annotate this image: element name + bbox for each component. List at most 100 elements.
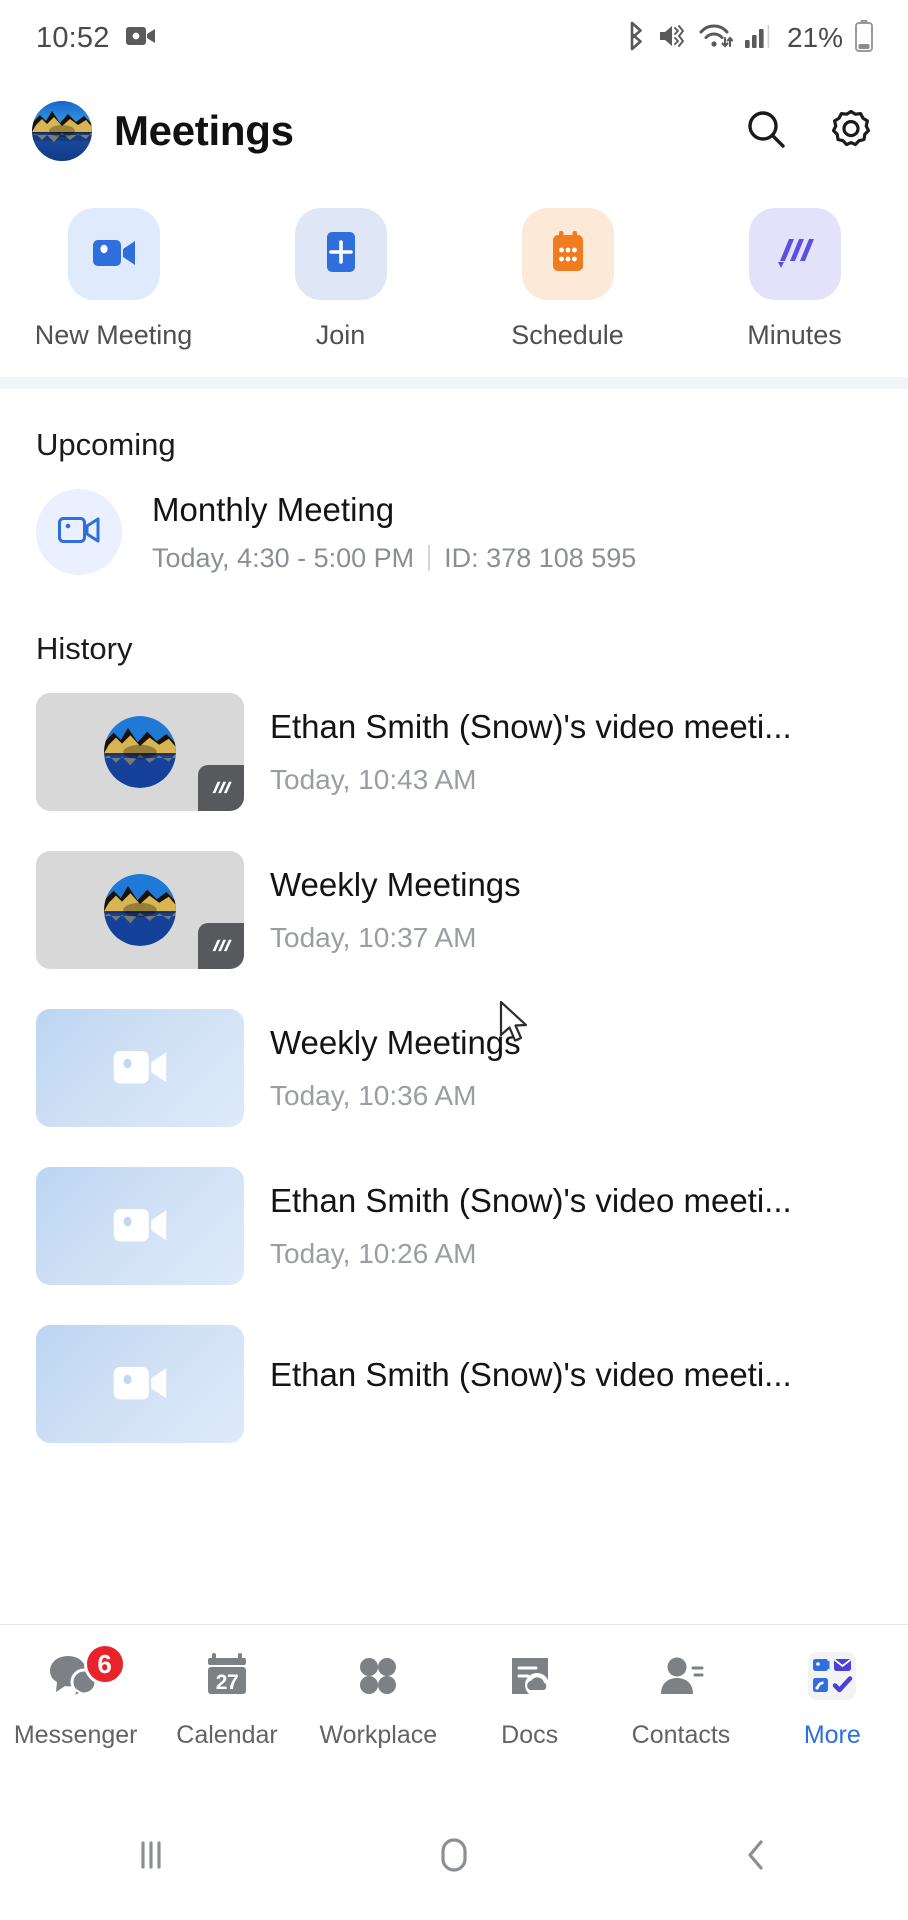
history-list-item[interactable]: Weekly Meetings Today, 10:36 AM xyxy=(0,989,908,1147)
history-item-title: Weekly Meetings xyxy=(270,1024,521,1061)
history-list-item[interactable]: Ethan Smith (Snow)'s video meeti... xyxy=(0,1305,908,1463)
workplace-icon-wrap xyxy=(354,1649,402,1707)
upcoming-texts: Monthly Meeting Today, 4:30 - 5:00 PM ID… xyxy=(152,491,636,574)
thumbnail-avatar xyxy=(104,716,176,788)
main-content: Upcoming Monthly Meeting Today, 4:30 - 5… xyxy=(0,389,908,1463)
quick-action-label: New Meeting xyxy=(34,320,193,350)
more-apps-grid-icon xyxy=(806,1650,858,1707)
history-thumbnail[interactable] xyxy=(36,851,244,969)
messenger-unread-badge: 6 xyxy=(83,1643,126,1685)
status-bar: 10:52 21% xyxy=(0,0,908,76)
nav-item-contacts[interactable]: Contacts xyxy=(605,1649,756,1750)
video-camera-icon xyxy=(108,1041,172,1096)
upcoming-meeting-row[interactable]: Monthly Meeting Today, 4:30 - 5:00 PM ID… xyxy=(0,463,908,575)
nav-item-workplace[interactable]: Workplace xyxy=(303,1649,454,1750)
video-camera-icon xyxy=(108,1357,172,1412)
quick-action-schedule[interactable]: Schedule xyxy=(454,208,681,351)
quick-action-join[interactable]: Join xyxy=(227,208,454,351)
page-title: Meetings xyxy=(114,107,294,154)
history-item-texts: Ethan Smith (Snow)'s video meeti... Toda… xyxy=(270,708,872,796)
quick-action-label: Join xyxy=(315,320,366,350)
minutes-icon xyxy=(772,231,818,278)
schedule-tile[interactable] xyxy=(521,208,614,300)
upcoming-meeting-id: ID: 378 108 595 xyxy=(444,542,637,573)
wifi-icon xyxy=(699,22,734,55)
nav-label: Contacts xyxy=(631,1721,731,1749)
history-thumbnail[interactable] xyxy=(36,1167,244,1285)
history-item-title: Ethan Smith (Snow)'s video meeti... xyxy=(270,1356,792,1393)
bluetooth-icon xyxy=(625,21,647,56)
person-icon xyxy=(657,1652,705,1705)
video-camera-icon xyxy=(91,232,137,277)
mute-vibrate-icon xyxy=(658,22,688,55)
quick-actions-row: New Meeting Join Schedule Minutes xyxy=(0,186,908,377)
nav-label: Messenger xyxy=(13,1721,138,1749)
history-item-title: Ethan Smith (Snow)'s video meeti... xyxy=(270,1182,792,1219)
minutes-badge-icon xyxy=(198,765,244,811)
history-thumbnail[interactable] xyxy=(36,1009,244,1127)
thumbnail-avatar xyxy=(104,874,176,946)
upcoming-meeting-title: Monthly Meeting xyxy=(152,490,395,528)
search-icon[interactable] xyxy=(744,107,788,156)
history-list-item[interactable]: Ethan Smith (Snow)'s video meeti... Toda… xyxy=(0,1147,908,1305)
history-item-texts: Ethan Smith (Snow)'s video meeti... Toda… xyxy=(270,1182,872,1270)
docs-cloud-icon xyxy=(506,1652,554,1705)
meta-separator xyxy=(428,545,431,571)
messenger-icon-wrap: 6 xyxy=(48,1643,126,1707)
upcoming-video-icon-wrap xyxy=(36,489,122,575)
app-header-actions xyxy=(744,106,874,157)
quick-action-label: Schedule xyxy=(511,320,624,350)
docs-icon-wrap xyxy=(506,1649,554,1707)
history-section-title: History xyxy=(36,631,133,666)
history-item-time: Today, 10:37 AM xyxy=(270,922,477,953)
upcoming-section-title: Upcoming xyxy=(36,427,176,462)
grid-dots-icon xyxy=(354,1652,402,1705)
status-bar-right: 21% xyxy=(625,19,874,57)
video-camera-outline-icon xyxy=(57,512,101,553)
calendar-icon: 27 xyxy=(202,1651,252,1706)
nav-label: Workplace xyxy=(319,1721,438,1749)
section-divider xyxy=(0,377,908,389)
video-recording-icon xyxy=(125,25,156,52)
more-icon-wrap xyxy=(806,1649,858,1707)
history-thumbnail[interactable] xyxy=(36,693,244,811)
upcoming-meeting-time: Today, 4:30 - 5:00 PM xyxy=(152,542,415,573)
history-thumbnail[interactable] xyxy=(36,1325,244,1443)
calendar-icon-wrap: 27 xyxy=(202,1649,252,1707)
calendar-icon xyxy=(548,230,588,279)
gear-icon[interactable] xyxy=(828,106,874,157)
nav-item-calendar[interactable]: 27 Calendar xyxy=(151,1649,302,1750)
video-camera-icon xyxy=(108,1199,172,1254)
android-system-nav xyxy=(0,1790,908,1920)
history-item-texts: Weekly Meetings Today, 10:37 AM xyxy=(270,866,872,954)
history-item-texts: Ethan Smith (Snow)'s video meeti... xyxy=(270,1356,872,1412)
minutes-tile[interactable] xyxy=(748,208,841,300)
back-icon[interactable] xyxy=(605,1832,908,1878)
join-tile[interactable] xyxy=(294,208,387,300)
status-bar-clock: 10:52 xyxy=(36,21,110,54)
plus-square-icon xyxy=(321,230,361,279)
status-bar-left: 10:52 xyxy=(36,22,156,55)
history-list-item[interactable]: Weekly Meetings Today, 10:37 AM xyxy=(0,831,908,989)
avatar[interactable] xyxy=(32,101,92,161)
history-item-texts: Weekly Meetings Today, 10:36 AM xyxy=(270,1024,872,1112)
calendar-day-number: 27 xyxy=(215,1670,239,1694)
nav-item-messenger[interactable]: 6 Messenger xyxy=(0,1643,151,1750)
minutes-badge-icon xyxy=(198,923,244,969)
nav-item-docs[interactable]: Docs xyxy=(454,1649,605,1750)
home-icon[interactable] xyxy=(303,1832,606,1878)
recents-icon[interactable] xyxy=(0,1835,303,1875)
history-list: Ethan Smith (Snow)'s video meeti... Toda… xyxy=(0,673,908,1463)
history-item-title: Ethan Smith (Snow)'s video meeti... xyxy=(270,708,792,745)
history-list-item[interactable]: Ethan Smith (Snow)'s video meeti... Toda… xyxy=(0,673,908,831)
quick-action-label: Minutes xyxy=(747,320,842,350)
quick-action-minutes[interactable]: Minutes xyxy=(681,208,908,351)
bottom-navigation-bar: 6 Messenger 27 Calendar Workplace Docs C… xyxy=(0,1624,908,1790)
quick-action-new-meeting[interactable]: New Meeting xyxy=(0,208,227,351)
nav-label: More xyxy=(803,1721,861,1749)
new-meeting-tile[interactable] xyxy=(67,208,160,300)
contacts-icon-wrap xyxy=(657,1649,705,1707)
nav-label: Calendar xyxy=(176,1721,278,1749)
history-item-time: Today, 10:26 AM xyxy=(270,1238,477,1269)
nav-item-more[interactable]: More xyxy=(757,1649,908,1750)
